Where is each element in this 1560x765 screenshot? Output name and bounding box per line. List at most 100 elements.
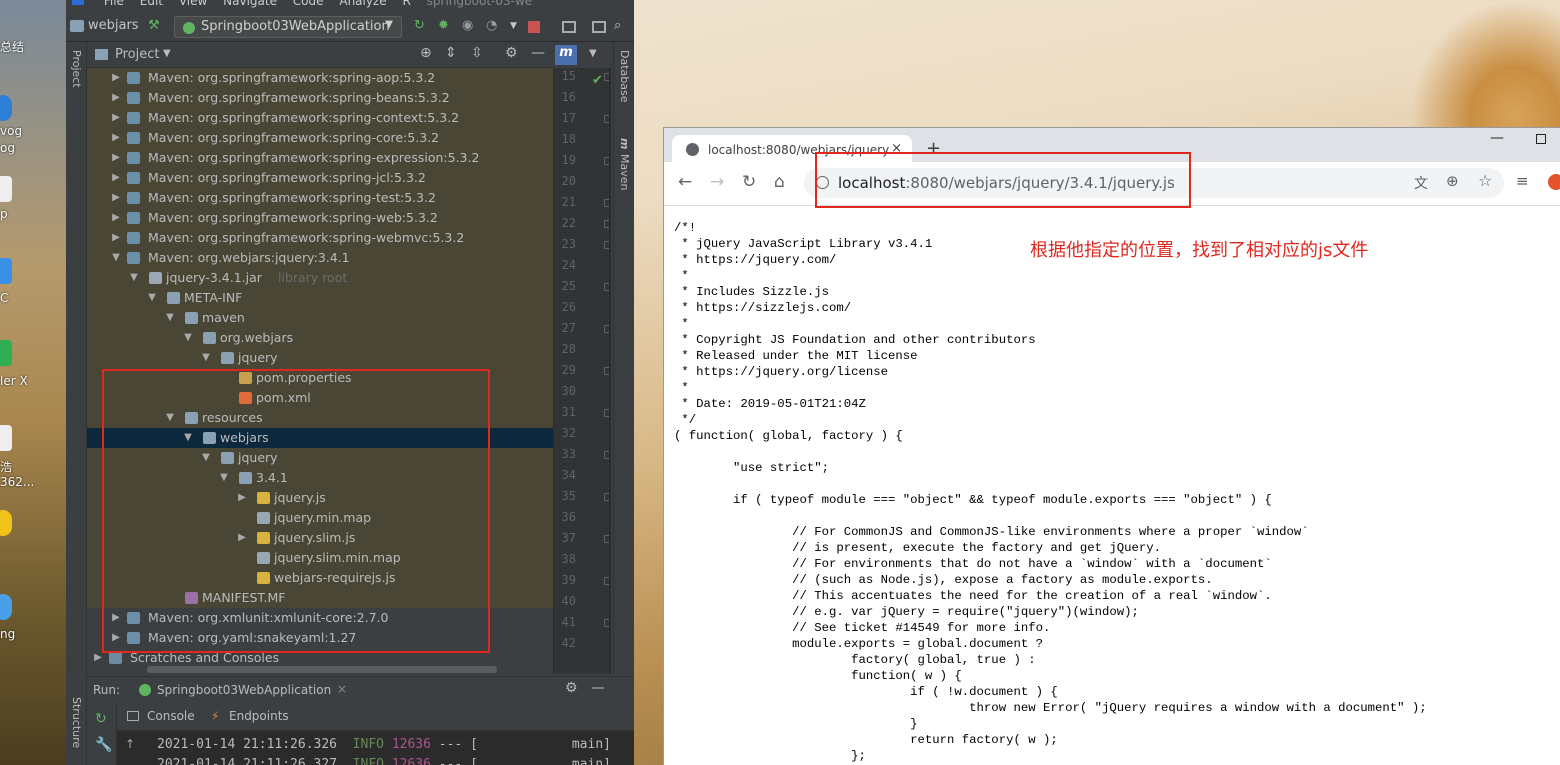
wallpaper-decoration (1410, 0, 1560, 130)
menu-file[interactable]: File (104, 0, 124, 8)
close-icon[interactable]: × (337, 682, 347, 696)
database-tool-tab[interactable]: Database (618, 50, 631, 103)
tree-row[interactable]: ▶ Maven: org.springframework:spring-core:… (87, 128, 553, 148)
project-name[interactable]: webjars (88, 18, 139, 36)
folder-icon (203, 332, 216, 344)
menu-analyze[interactable]: Analyze (339, 0, 386, 8)
translate-icon[interactable]: ⽂ (1414, 173, 1428, 193)
run-side-toolbar: ↻ 🔧 (87, 703, 117, 765)
tree-row[interactable]: ▶ Maven: org.springframework:spring-conte… (87, 108, 553, 128)
tree-row[interactable]: ▼ jquery (87, 348, 553, 368)
window-title: springboot-03-we (426, 0, 533, 8)
run-tab[interactable]: Springboot03WebApplication (157, 683, 331, 697)
tree-row[interactable]: ▼ org.webjars (87, 328, 553, 348)
spring-boot-icon (139, 684, 151, 696)
chevron-down-icon[interactable]: ▼ (589, 48, 597, 59)
tree-row[interactable]: ▼ maven (87, 308, 553, 328)
desktop-app-icon[interactable] (0, 594, 12, 620)
gear-icon[interactable]: ⚙ (505, 45, 518, 61)
tree-row[interactable]: ▼ META-INF (87, 288, 553, 308)
up-arrow-icon[interactable]: ↑ (125, 737, 135, 751)
expand-all-icon[interactable]: ⇕ (445, 45, 457, 61)
library-icon (127, 212, 140, 224)
line-number: 28 (561, 342, 576, 356)
debug-icon[interactable]: ✹ (438, 18, 449, 36)
back-icon[interactable]: ← (678, 172, 692, 192)
highlight-box-tree (102, 369, 490, 653)
maximize-button[interactable] (1536, 134, 1546, 144)
desktop-label: 362... (0, 475, 35, 489)
more-run-icon[interactable]: ▼ (510, 21, 517, 39)
forward-icon[interactable]: → (710, 172, 724, 192)
editor-tab-area: m ▼ (553, 42, 609, 68)
stop-icon[interactable] (528, 21, 540, 33)
tree-row[interactable]: ▶ Maven: org.springframework:spring-test:… (87, 188, 553, 208)
line-number: 34 (561, 468, 576, 482)
project-panel-header: Project ▼ ⊕ ⇕ ⇳ ⚙ — (87, 42, 553, 68)
tree-row[interactable]: ▶ Maven: org.springframework:spring-webmv… (87, 228, 553, 248)
minimize-button[interactable]: — (1490, 130, 1504, 146)
console-tab[interactable]: Console (147, 709, 195, 723)
home-icon[interactable]: ⌂ (774, 172, 785, 192)
reload-icon[interactable]: ↻ (742, 172, 756, 192)
run-tabs: Console ⚡ Endpoints (87, 703, 634, 731)
jar-icon (149, 272, 162, 284)
project-structure-icon[interactable] (562, 21, 576, 33)
collapse-all-icon[interactable]: ⇳ (471, 45, 483, 61)
desktop-app-icon[interactable] (0, 510, 12, 536)
menu-code[interactable]: Code (293, 0, 324, 8)
menu-view[interactable]: View (179, 0, 207, 8)
hide-icon[interactable]: — (591, 680, 605, 696)
tree-row[interactable]: ▶ Maven: org.springframework:spring-web:5… (87, 208, 553, 228)
endpoints-tab[interactable]: Endpoints (229, 709, 289, 723)
desktop-app-icon[interactable] (0, 340, 12, 366)
tree-row[interactable]: ▶ Maven: org.springframework:spring-aop:5… (87, 68, 553, 88)
editor-area[interactable] (609, 68, 611, 674)
coverage-icon[interactable]: ◉ (462, 18, 473, 36)
layout-icon[interactable] (592, 21, 606, 33)
desktop-file-icon[interactable] (0, 425, 12, 451)
hide-icon[interactable]: — (531, 45, 545, 61)
menu-refactor[interactable]: R (402, 0, 410, 8)
build-hammer-icon[interactable]: ⚒ (148, 18, 160, 36)
zoom-icon[interactable]: ⊕ (1446, 172, 1459, 190)
maven-file-tab-icon[interactable]: m (555, 45, 577, 65)
locate-icon[interactable]: ⊕ (420, 45, 432, 61)
run-config-label: Springboot03WebApplication (201, 19, 390, 34)
rerun-icon[interactable]: ↻ (414, 18, 425, 36)
library-icon (127, 152, 140, 164)
tree-row[interactable]: ▶ Maven: org.springframework:spring-expre… (87, 148, 553, 168)
menu-edit[interactable]: Edit (140, 0, 163, 8)
structure-tool-tab[interactable]: Structure (70, 697, 83, 748)
project-view-icon (95, 49, 108, 60)
maven-tool-tab[interactable]: Maven (618, 154, 631, 190)
desktop-file-icon[interactable] (0, 176, 12, 202)
line-number: 25 (561, 279, 576, 293)
horizontal-scrollbar[interactable] (147, 666, 497, 673)
tree-row[interactable]: ▼ jquery-3.4.1.jar library root (87, 268, 553, 288)
tree-row[interactable]: ▼ Maven: org.webjars:jquery:3.4.1 (87, 248, 553, 268)
line-number: 32 (561, 426, 576, 440)
bookmark-star-icon[interactable]: ☆ (1478, 171, 1492, 190)
library-icon (127, 252, 140, 264)
project-panel-title[interactable]: Project (115, 47, 159, 62)
extension-icon[interactable] (1548, 174, 1560, 190)
desktop-label: 浩 (0, 460, 13, 474)
project-tool-tab[interactable]: Project (70, 50, 83, 88)
rerun-icon[interactable]: ↻ (95, 711, 107, 727)
spring-boot-icon (183, 22, 195, 34)
menu-navigate[interactable]: Navigate (223, 0, 277, 8)
chevron-down-icon[interactable]: ▼ (163, 48, 171, 59)
run-config-dropdown[interactable]: Springboot03WebApplication ▼ (174, 16, 402, 38)
wrench-icon[interactable]: 🔧 (95, 737, 112, 753)
desktop-app-icon[interactable] (0, 258, 12, 284)
profile-icon[interactable]: ◔ (486, 18, 497, 36)
gear-icon[interactable]: ⚙ (565, 680, 578, 696)
tree-row[interactable]: ▶ Maven: org.springframework:spring-jcl:5… (87, 168, 553, 188)
reading-list-icon[interactable]: ≡ (1516, 172, 1529, 190)
line-number: 31 (561, 405, 576, 419)
desktop-app-icon[interactable] (0, 95, 12, 121)
search-icon[interactable]: ⌕ (614, 18, 621, 36)
globe-icon (686, 143, 699, 156)
tree-row[interactable]: ▶ Maven: org.springframework:spring-beans… (87, 88, 553, 108)
